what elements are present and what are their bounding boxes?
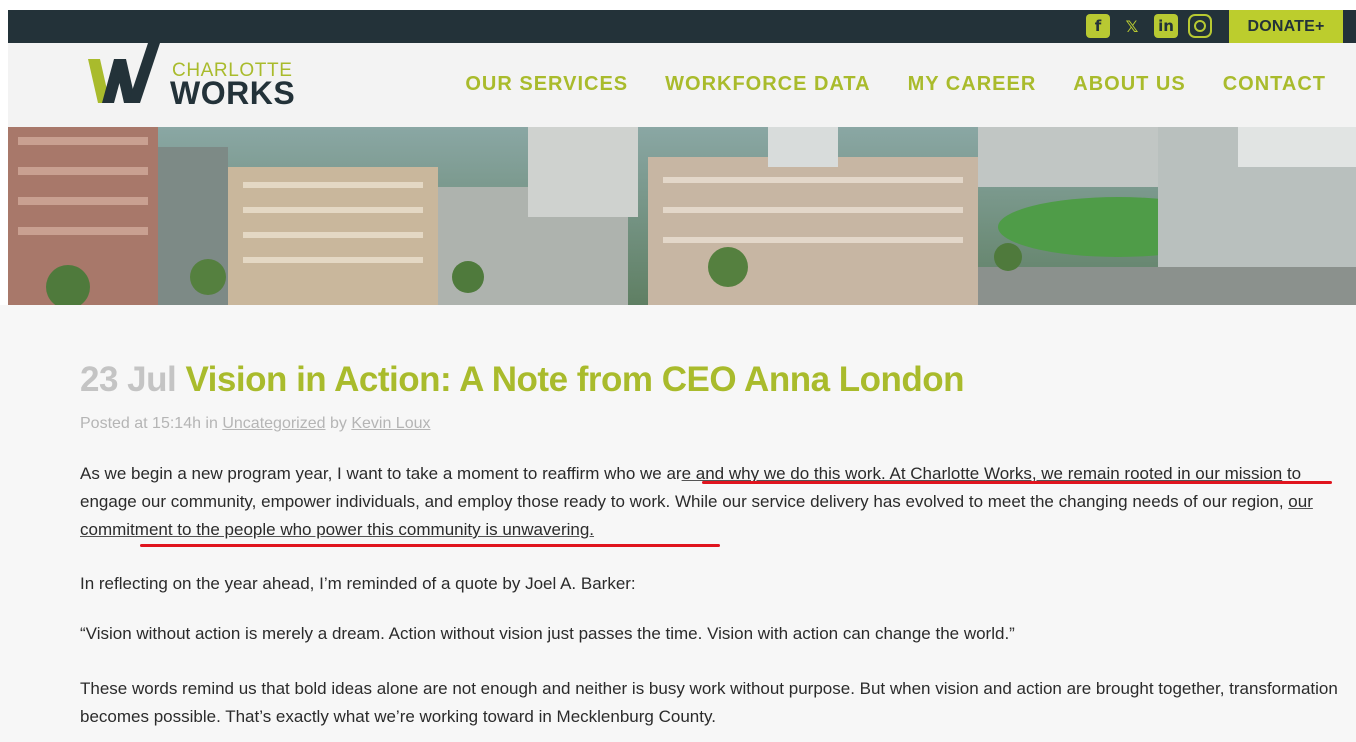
paragraph-4: These words remind us that bold ideas al… xyxy=(80,679,1338,726)
city-skyline-illustration xyxy=(8,127,1356,305)
paragraph-1: As we begin a new program year, I want t… xyxy=(80,460,1340,544)
nav-contact[interactable]: CONTACT xyxy=(1223,73,1326,96)
author-link[interactable]: Kevin Loux xyxy=(351,415,430,432)
x-twitter-icon[interactable]: 𝕏 xyxy=(1120,14,1144,38)
site-header: CHARLOTTE WORKS OUR SERVICES WORKFORCE D… xyxy=(8,43,1356,127)
post-meta: Posted at 15:14h in Uncategorized by Kev… xyxy=(80,415,431,433)
meta-prefix: Posted at 15:14h in xyxy=(80,415,218,432)
nav-my-career[interactable]: MY CAREER xyxy=(908,73,1037,96)
main-nav: OUR SERVICES WORKFORCE DATA MY CAREER AB… xyxy=(465,73,1326,96)
red-annotation-line-2 xyxy=(140,544,720,547)
nav-about-us[interactable]: ABOUT US xyxy=(1073,73,1185,96)
category-link[interactable]: Uncategorized xyxy=(222,415,325,432)
hero-city-image xyxy=(8,127,1356,305)
charlotte-works-logo[interactable]: CHARLOTTE WORKS xyxy=(88,43,318,127)
facebook-icon[interactable]: f xyxy=(1086,14,1110,38)
instagram-icon[interactable] xyxy=(1188,14,1212,38)
paragraph-3-quote: “Vision without action is merely a dream… xyxy=(80,624,1015,643)
nav-workforce-data[interactable]: WORKFORCE DATA xyxy=(665,73,870,96)
red-annotation-line-1 xyxy=(702,481,1332,484)
nav-our-services[interactable]: OUR SERVICES xyxy=(465,73,628,96)
paragraph-2: In reflecting on the year ahead, I’m rem… xyxy=(80,574,636,593)
meta-by: by xyxy=(329,415,347,432)
post-title: 23 Jul Vision in Action: A Note from CEO… xyxy=(80,360,965,400)
top-utility-bar: f 𝕏 in DONATE+ xyxy=(8,10,1356,43)
post-content: 23 Jul Vision in Action: A Note from CEO… xyxy=(0,305,1356,742)
donate-button[interactable]: DONATE+ xyxy=(1229,10,1343,43)
logo-text-works: WORKS xyxy=(170,75,296,111)
post-headline: Vision in Action: A Note from CEO Anna L… xyxy=(185,360,965,399)
logo-mark-icon xyxy=(88,43,160,103)
social-links: f 𝕏 in xyxy=(1086,14,1212,38)
post-date: 23 Jul xyxy=(80,360,177,399)
p1-text-a: As we begin a new program year, I want t… xyxy=(80,464,682,483)
linkedin-icon[interactable]: in xyxy=(1154,14,1178,38)
